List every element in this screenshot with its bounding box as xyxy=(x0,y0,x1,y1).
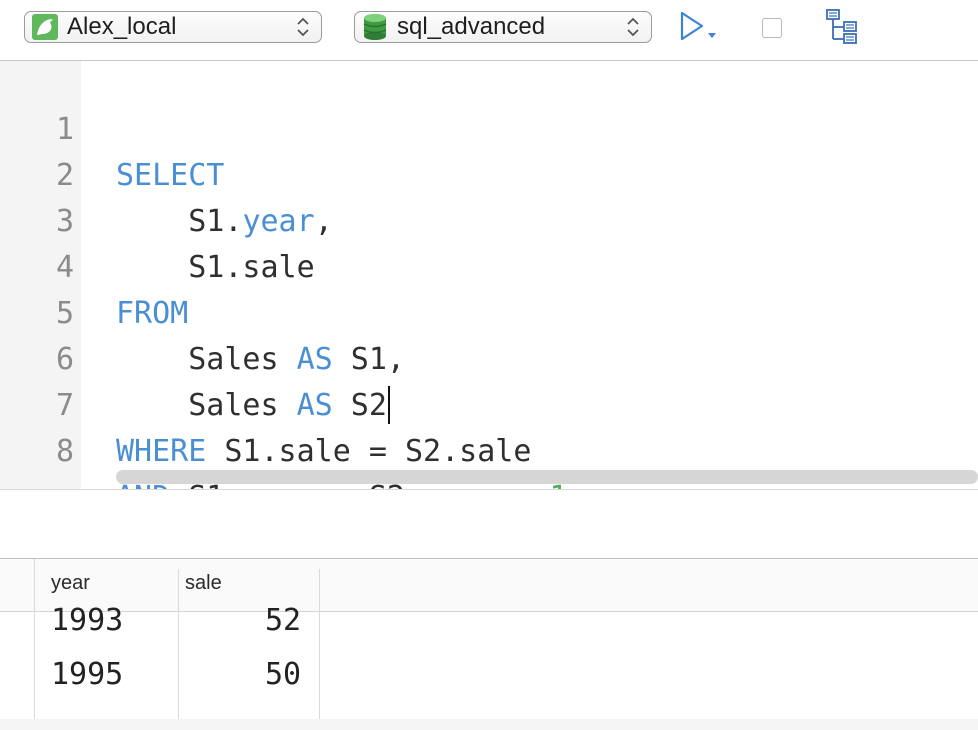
select-arrows-icon xyxy=(295,16,311,38)
play-icon xyxy=(674,8,722,49)
column-header-year[interactable]: year xyxy=(51,572,90,595)
sql-client-window: Alex_local sql_advanced 1 SELECT 2 S1.ye… xyxy=(0,0,978,730)
code-line[interactable]: 2 S1.year, xyxy=(0,107,978,239)
column-divider[interactable] xyxy=(319,569,320,730)
code-line[interactable]: 4 FROM xyxy=(0,199,978,331)
results-grid: year sale 1993 52 1995 50 xyxy=(0,559,978,730)
database-icon xyxy=(361,13,389,41)
line-number: 8 xyxy=(55,434,74,469)
cell-year[interactable]: 1993 xyxy=(51,603,123,639)
cell-year[interactable]: 1995 xyxy=(51,657,123,693)
cell-sale[interactable]: 50 xyxy=(265,657,301,693)
toolbar: Alex_local sql_advanced xyxy=(0,0,978,60)
connection-label: Alex_local xyxy=(67,13,177,40)
connection-select[interactable]: Alex_local xyxy=(24,11,322,43)
code-line[interactable]: 1 SELECT xyxy=(0,61,978,193)
results-header: year sale xyxy=(0,559,978,611)
code-text: WHERE S1.sale = S2.sale xyxy=(116,434,532,469)
explain-plan-button[interactable] xyxy=(822,8,862,49)
database-select[interactable]: sql_advanced xyxy=(354,11,652,43)
column-header-sale[interactable]: sale xyxy=(185,572,222,595)
messages-pane xyxy=(0,490,978,558)
dolphin-icon xyxy=(31,13,59,41)
code-line[interactable]: 6 Sales AS S2 xyxy=(0,291,978,424)
column-divider[interactable] xyxy=(178,569,179,730)
cell-sale[interactable]: 52 xyxy=(265,603,301,639)
code-line[interactable]: 8 AND S1.year - S2.year = 1 xyxy=(0,383,978,515)
run-query-button[interactable] xyxy=(678,10,718,46)
code-line[interactable]: 5 Sales AS S1, xyxy=(0,245,978,377)
column-divider xyxy=(34,559,35,730)
grid-footer xyxy=(0,719,978,730)
code-line[interactable]: 3 S1.sale xyxy=(0,153,978,285)
stop-query-button[interactable] xyxy=(752,10,792,46)
header-divider xyxy=(0,611,978,612)
stop-icon xyxy=(762,18,782,38)
code-line[interactable]: 7 WHERE S1.sale = S2.sale xyxy=(0,337,978,469)
database-label: sql_advanced xyxy=(397,13,546,40)
horizontal-scrollbar[interactable] xyxy=(116,470,978,484)
select-arrows-icon xyxy=(625,16,641,38)
explain-plan-icon xyxy=(822,8,862,49)
sql-editor[interactable]: 1 SELECT 2 S1.year, 3 S1.sale 4 FROM 5 S… xyxy=(0,61,978,515)
